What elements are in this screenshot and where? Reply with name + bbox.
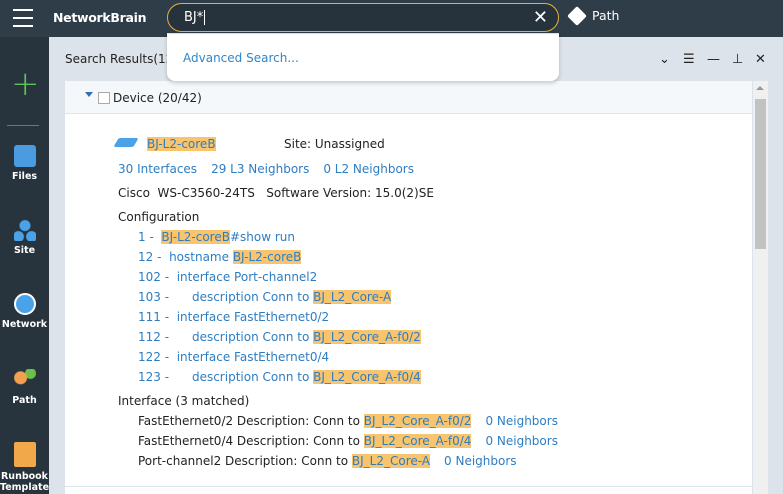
interface-desc: FastEthernet0/2 Description: Conn to [138,414,364,428]
results-list: Device (20/42) BJ-L2-coreB Site: Unassig… [65,81,752,494]
line-text: interface Port-channel2 [176,270,318,284]
line-text: description Conn to [176,370,314,384]
sidebar: + Files Site Network Path Runbook Templa… [0,37,49,494]
highlight: BJ_L2_Core_A-f0/2 [313,330,421,344]
group-label: Device (20/42) [113,91,202,105]
sidebar-label: Runbook Template [0,471,50,493]
advanced-search-link[interactable]: Advanced Search... [183,51,299,65]
config-line[interactable]: 103 - description Conn to BJ_L2_Core-A [138,290,392,304]
chevron-down-icon[interactable]: ⌄ [659,52,670,67]
line-number: 1 - [138,230,154,244]
highlight: BJ_L2_Core-A [313,290,392,304]
highlight: BJ_L2_Core_A-f0/2 [363,414,472,428]
line-text-post: #show run [229,230,296,244]
divider [65,486,752,487]
neighbors-link[interactable]: 0 Neighbors [485,414,558,428]
group-checkbox[interactable] [98,92,110,104]
folder-icon [13,145,36,167]
close-icon[interactable]: ✕ [755,52,766,67]
sidebar-item-files[interactable]: Files [0,145,49,182]
site-icon [13,219,36,241]
configuration-title: Configuration [118,210,200,224]
config-line[interactable]: 1 - BJ-L2-coreB#show run [138,230,295,244]
highlight: BJ-L2-coreB [232,250,302,264]
sidebar-label: Site [13,245,36,256]
neighbors-link[interactable]: 0 Neighbors [444,454,517,468]
interface-row: FastEthernet0/2 Description: Conn to BJ_… [138,414,558,428]
sidebar-item-network[interactable]: Network [0,293,49,330]
path-icon [13,369,36,391]
search-dropdown: Advanced Search... [167,33,559,81]
add-icon[interactable]: + [11,67,40,101]
clear-icon[interactable]: ✕ [533,7,548,28]
path-button[interactable]: Path [567,5,620,26]
line-text: interface FastEthernet0/4 [176,350,330,364]
line-number: 102 - [138,270,170,284]
logo: NetworkBrain [53,10,147,25]
interfaces-link[interactable]: 30 Interfaces [118,162,197,176]
l2-neighbors-link[interactable]: 0 L2 Neighbors [323,162,414,176]
search-input[interactable]: BJ* ✕ [167,3,559,32]
highlight: BJ_L2_Core_A-f0/4 [363,434,472,448]
software-version: Software Version: 15.0(2)SE [266,186,434,200]
highlight: BJ_L2_Core-A [351,454,431,468]
sidebar-label: Files [11,171,38,182]
line-number: 12 - [138,250,162,264]
sidebar-item-site[interactable]: Site [0,219,49,256]
switch-icon [113,138,139,147]
line-number: 112 - [138,330,170,344]
line-text: interface FastEthernet0/2 [176,310,330,324]
line-number: 111 - [138,310,170,324]
line-number: 103 - [138,290,170,304]
minimize-icon[interactable]: — [707,52,720,67]
sidebar-label: Network [1,319,48,330]
config-line[interactable]: 123 - description Conn to BJ_L2_Core_A-f… [138,370,421,384]
highlight: BJ-L2-coreB [161,230,230,244]
scroll-thumb[interactable] [755,99,766,249]
line-text: hostname [169,250,233,264]
config-line[interactable]: 111 - interface FastEthernet0/2 [138,310,329,324]
config-line[interactable]: 112 - description Conn to BJ_L2_Core_A-f… [138,330,421,344]
pin-icon[interactable]: ⊥ [732,52,743,67]
menu-icon[interactable] [13,9,33,27]
interface-desc: Port-channel2 Description: Conn to [138,454,352,468]
path-label: Path [592,8,620,23]
interface-row: Port-channel2 Description: Conn to BJ_L2… [138,454,517,468]
group-header[interactable]: Device (20/42) [65,81,752,114]
highlight: BJ_L2_Core_A-f0/4 [313,370,421,384]
config-line[interactable]: 102 - interface Port-channel2 [138,270,317,284]
runbook-icon [13,442,36,467]
list-icon[interactable]: ☰ [683,52,695,67]
divider [7,125,39,126]
scroll-up-icon[interactable] [756,86,764,90]
l3-neighbors-link[interactable]: 29 L3 Neighbors [211,162,309,176]
sidebar-item-runbook[interactable]: Runbook Template [0,442,49,493]
device-name[interactable]: BJ-L2-coreB [147,137,216,151]
panel-title: Search Results(128 [65,52,181,66]
config-line[interactable]: 122 - interface FastEthernet0/4 [138,350,329,364]
neighbors-link[interactable]: 0 Neighbors [485,434,558,448]
collapse-triangle-icon[interactable] [85,92,93,97]
sidebar-item-path[interactable]: Path [0,369,49,406]
line-text: description Conn to [176,330,314,344]
interface-row: FastEthernet0/4 Description: Conn to BJ_… [138,434,558,448]
line-number: 122 - [138,350,170,364]
path-diamond-icon [567,5,587,26]
interface-desc: FastEthernet0/4 Description: Conn to [138,434,364,448]
search-value: BJ* [184,10,204,25]
device-site: Site: Unassigned [284,137,385,151]
model: WS-C3560-24TS [157,186,255,200]
top-bar: NetworkBrain BJ* ✕ Path [0,0,783,37]
scrollbar[interactable] [753,81,768,494]
network-icon [13,293,36,315]
line-text: description Conn to [176,290,314,304]
line-number: 123 - [138,370,170,384]
config-line[interactable]: 12 - hostname BJ-L2-coreB [138,250,302,264]
vendor: Cisco [118,186,150,200]
sidebar-label: Path [12,395,37,406]
interface-title: Interface (3 matched) [118,394,250,408]
